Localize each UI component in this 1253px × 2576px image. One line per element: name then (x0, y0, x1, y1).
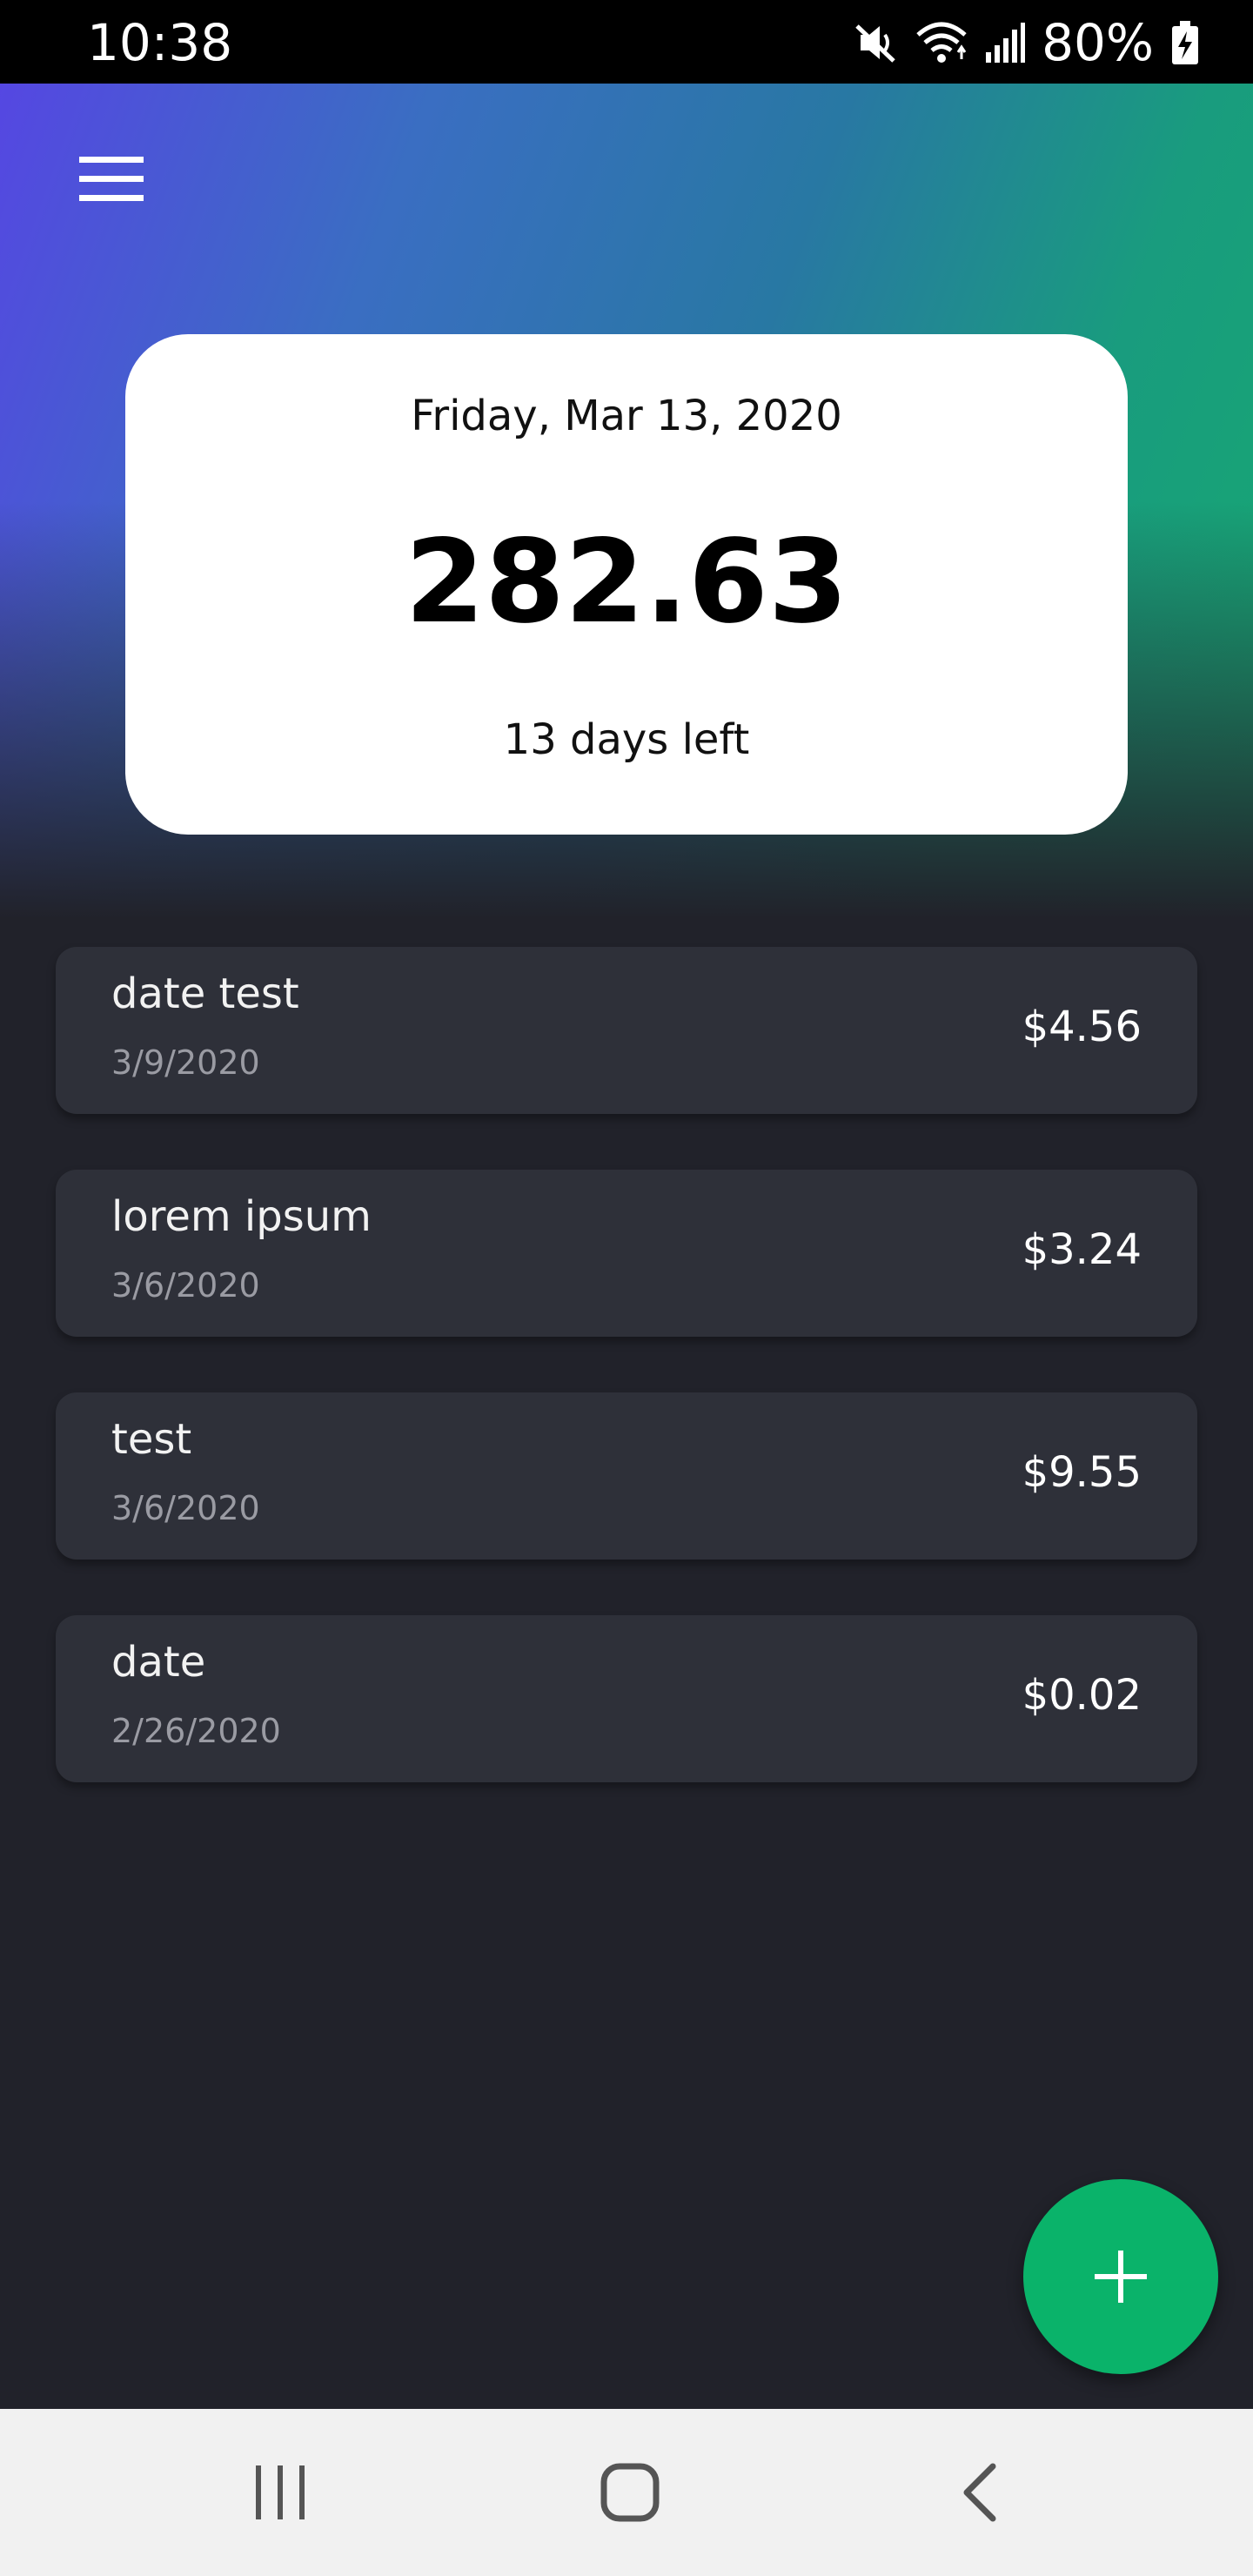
transaction-amount: $3.24 (1022, 1225, 1142, 1274)
mute-icon (855, 24, 895, 63)
back-icon (963, 2463, 996, 2522)
home-icon (600, 2463, 660, 2522)
add-transaction-button[interactable] (1023, 2179, 1218, 2374)
transaction-date: 3/6/2020 (111, 1266, 260, 1305)
battery-charging-icon (1172, 21, 1198, 64)
current-date: Friday, Mar 13, 2020 (411, 392, 842, 440)
transaction-date: 2/26/2020 (111, 1712, 281, 1750)
transaction-item[interactable]: date test 3/9/2020 $4.56 (56, 947, 1197, 1114)
recent-apps-button[interactable] (228, 2451, 332, 2534)
transaction-item[interactable]: lorem ipsum 3/6/2020 $3.24 (56, 1170, 1197, 1337)
hamburger-menu-icon (79, 157, 144, 201)
transaction-amount: $4.56 (1022, 1003, 1142, 1051)
transaction-amount: $9.55 (1022, 1448, 1142, 1497)
status-time: 10:38 (87, 13, 233, 72)
remaining-amount: 282.63 (405, 515, 848, 649)
transaction-date: 3/6/2020 (111, 1489, 260, 1527)
back-button[interactable] (928, 2451, 1032, 2534)
days-left: 13 days left (503, 715, 750, 764)
transaction-name: date test (111, 969, 299, 1018)
plus-icon (1095, 2251, 1147, 2303)
transaction-name: test (111, 1415, 192, 1464)
status-bar: 10:38 80% (0, 0, 1253, 84)
recent-apps-icon (256, 2465, 305, 2519)
budget-card: Friday, Mar 13, 2020 282.63 13 days left (125, 334, 1128, 835)
menu-button[interactable] (66, 144, 157, 214)
status-icons: 80% (852, 12, 1201, 73)
home-button[interactable] (578, 2451, 682, 2534)
transaction-name: date (111, 1638, 206, 1687)
wifi-icon (916, 22, 967, 63)
transaction-amount: $0.02 (1022, 1671, 1142, 1720)
transaction-item[interactable]: date 2/26/2020 $0.02 (56, 1615, 1197, 1782)
system-nav-bar (0, 2409, 1253, 2576)
transaction-name: lorem ipsum (111, 1192, 372, 1241)
signal-icon (986, 23, 1026, 63)
transaction-item[interactable]: test 3/6/2020 $9.55 (56, 1392, 1197, 1560)
transaction-date: 3/9/2020 (111, 1043, 260, 1082)
battery-percent: 80% (1042, 13, 1154, 72)
